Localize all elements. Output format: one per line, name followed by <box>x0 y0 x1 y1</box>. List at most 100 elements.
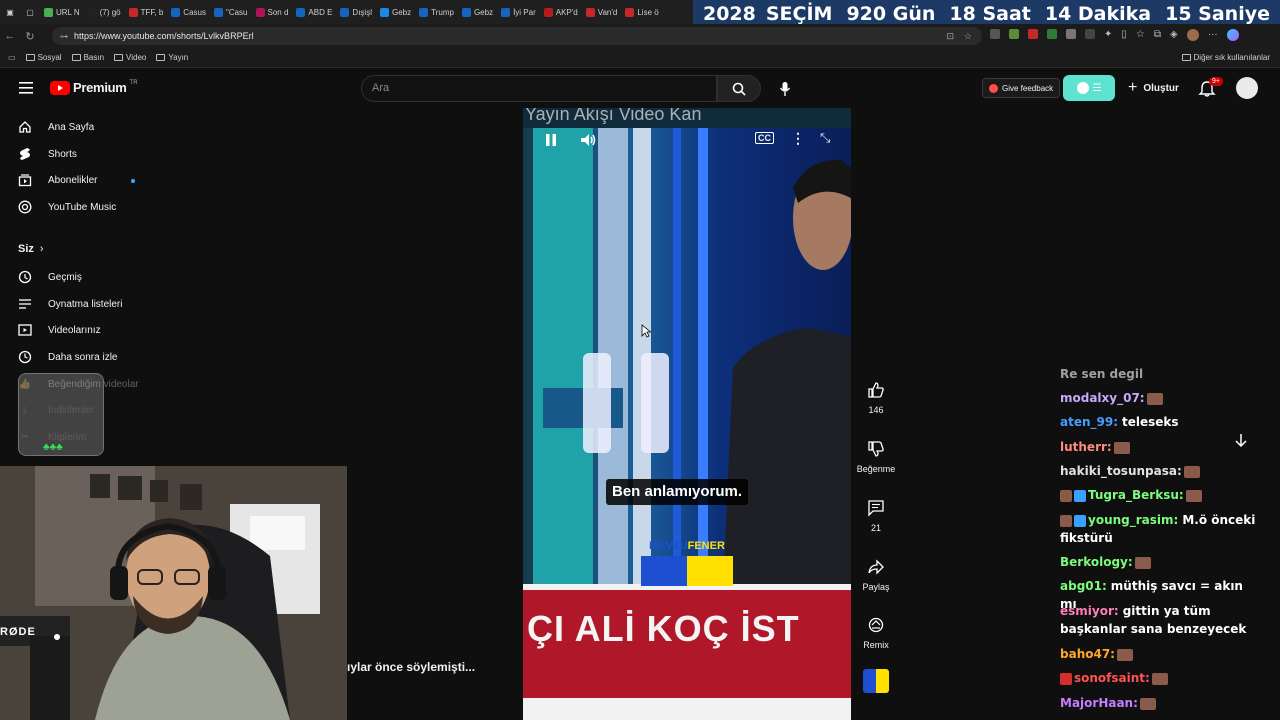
chat-username[interactable]: aten_99: <box>1060 415 1118 429</box>
chat-username[interactable]: abg01: <box>1060 579 1107 593</box>
chat-username[interactable]: baho47: <box>1060 647 1115 661</box>
browser-tab[interactable]: Dışişl <box>336 0 376 24</box>
chat-username[interactable]: MajorHaan: <box>1060 696 1138 710</box>
browser-tab[interactable]: "Casu <box>210 0 252 24</box>
youtube-logo[interactable]: Premium TR <box>50 80 138 95</box>
chat-username[interactable]: young_rasim: <box>1088 513 1178 527</box>
browser-tab[interactable]: Casus <box>167 0 210 24</box>
chat-username[interactable]: hakiki_tosunpasa: <box>1060 464 1182 478</box>
sidebar-item-history[interactable]: Geçmiş <box>18 267 82 287</box>
browser-tab[interactable]: Gebz <box>458 0 497 24</box>
sidebar-item-label: YouTube Music <box>48 201 117 213</box>
browser-tab[interactable]: Van'd <box>582 0 622 24</box>
search-button[interactable] <box>717 75 761 102</box>
sidebar-item-your-videos[interactable]: Videolarınız <box>18 320 101 340</box>
comment-icon <box>868 500 884 517</box>
browser-tab[interactable]: (7) gö <box>84 0 125 24</box>
extension-icon[interactable] <box>990 29 1000 39</box>
profile-icon[interactable] <box>1186 29 1199 41</box>
shorts-video-player[interactable]: Yayın Akışı Video Kan ÇI ALİ KOÇ İST N D… <box>523 108 851 720</box>
url-field[interactable]: ⊶ https://www.youtube.com/shorts/LvlkvBR… <box>52 27 982 45</box>
remix-button[interactable]: Remix <box>856 616 896 650</box>
sidebar-item-home[interactable]: Ana Sayfa <box>18 117 94 137</box>
voice-search-button[interactable] <box>771 75 798 102</box>
volume-icon[interactable] <box>578 130 598 150</box>
extensions-puzzle-icon[interactable]: ✦ <box>1104 29 1112 41</box>
give-feedback-button[interactable]: Give feedback <box>982 78 1061 98</box>
favorites-icon[interactable]: ☆ <box>1136 29 1145 41</box>
create-button[interactable]: + Oluştur <box>1128 78 1179 98</box>
bookmark-folder[interactable]: Sosyal <box>25 53 62 62</box>
chat-badge-icon <box>1060 514 1072 527</box>
extension-icon[interactable] <box>1066 29 1076 39</box>
browser-tab[interactable]: Son d <box>252 0 293 24</box>
sidebar-item-watch-later[interactable]: Daha sonra izle <box>18 347 117 367</box>
dislike-button[interactable]: Beğenme <box>856 440 896 474</box>
shorts-title-fragment[interactable]: ıylar önce söylemişti... <box>347 660 475 674</box>
extension-icon[interactable] <box>1028 29 1038 39</box>
like-button[interactable]: 146 <box>856 381 896 415</box>
search-icon <box>732 82 746 96</box>
share-button[interactable]: Paylaş <box>856 558 896 592</box>
back-icon[interactable]: ← <box>0 30 20 42</box>
tab-favicon-icon <box>419 7 429 17</box>
browser-menu-icon[interactable]: ▣ <box>0 0 20 24</box>
chat-username[interactable]: Berkology: <box>1060 555 1133 569</box>
chat-username[interactable]: Re sen degil <box>1060 367 1143 381</box>
other-bookmarks[interactable]: Diğer sık kullanılanlar <box>1181 53 1270 62</box>
chat-username[interactable]: modalxy_07: <box>1060 391 1145 405</box>
channel-avatar[interactable] <box>863 669 889 693</box>
chat-username[interactable]: lutherr: <box>1060 440 1112 454</box>
collections-icon[interactable]: ⧉ <box>1154 29 1161 41</box>
browser-tab[interactable]: ABD E <box>292 0 336 24</box>
browser-tab[interactable]: Trump <box>415 0 458 24</box>
search-input[interactable]: Ara <box>361 75 717 102</box>
more-options-icon[interactable]: ⋮ <box>791 130 805 147</box>
browser-tab[interactable]: URL N <box>40 0 84 24</box>
extension-icon[interactable] <box>1047 29 1057 39</box>
sidebar-item-subscriptions[interactable]: Abonelikler <box>18 170 97 190</box>
split-screen-icon[interactable]: ▯ <box>1121 29 1127 41</box>
cast-icon[interactable]: ⊡ <box>946 31 954 42</box>
chat-username[interactable]: sonofsaint: <box>1074 671 1150 685</box>
more-menu-icon[interactable]: ··· <box>1208 29 1218 41</box>
chat-emote-icon <box>1151 672 1168 685</box>
site-info-icon[interactable]: ⊶ <box>60 32 68 41</box>
chevron-right-icon: › <box>39 243 44 255</box>
pause-button-icon[interactable] <box>541 130 561 150</box>
browser-tab[interactable]: İyi Par <box>497 0 540 24</box>
bookmark-folder[interactable]: Basın <box>71 53 104 62</box>
toggle-chip[interactable]: ☰ <box>1063 75 1115 101</box>
extension-icon[interactable] <box>1009 29 1019 39</box>
sidebar-item-shorts[interactable]: Shorts <box>18 144 77 164</box>
browser-tab[interactable]: TFF, b <box>125 0 168 24</box>
shield-icon[interactable]: ◈ <box>1170 29 1178 41</box>
sidebar-item-youtube-music[interactable]: YouTube Music <box>18 197 116 217</box>
bookmark-folder[interactable]: Yayın <box>156 53 188 62</box>
browser-tab[interactable]: AKP'd <box>540 0 582 24</box>
tab-actions-icon[interactable]: ▢ <box>20 0 40 24</box>
sidebar-item-playlists[interactable]: Oynatma listeleri <box>18 294 122 314</box>
chat-emote-icon <box>1146 392 1163 405</box>
bookmark-label: Yayın <box>168 53 189 62</box>
arrow-down-icon[interactable] <box>1233 432 1249 453</box>
hamburger-menu-icon[interactable] <box>19 81 33 94</box>
reading-icon[interactable]: ▭ <box>8 53 16 62</box>
copilot-icon[interactable] <box>1226 29 1239 41</box>
avatar[interactable] <box>1236 77 1258 99</box>
sidebar-you-section-header[interactable]: Siz › <box>18 243 44 255</box>
logo-mark-icon <box>641 556 733 586</box>
chat-username[interactable]: esmiyor: <box>1060 604 1119 618</box>
extension-icon[interactable] <box>1085 29 1095 39</box>
pause-overlay-icon[interactable] <box>583 353 669 455</box>
browser-tab[interactable]: Lise ö <box>621 0 662 24</box>
favorite-star-icon[interactable]: ☆ <box>964 31 972 42</box>
chat-badge-icon <box>1060 672 1072 685</box>
browser-tab[interactable]: Gebz <box>376 0 415 24</box>
captions-icon[interactable]: CC <box>755 132 774 144</box>
bookmark-folder[interactable]: Video <box>114 53 146 62</box>
fullscreen-icon[interactable]: ⤡ <box>820 130 830 146</box>
chat-username[interactable]: Tugra_Berksu: <box>1088 488 1184 502</box>
reload-icon[interactable]: ↻ <box>20 30 40 43</box>
comments-button[interactable]: 21 <box>856 499 896 533</box>
